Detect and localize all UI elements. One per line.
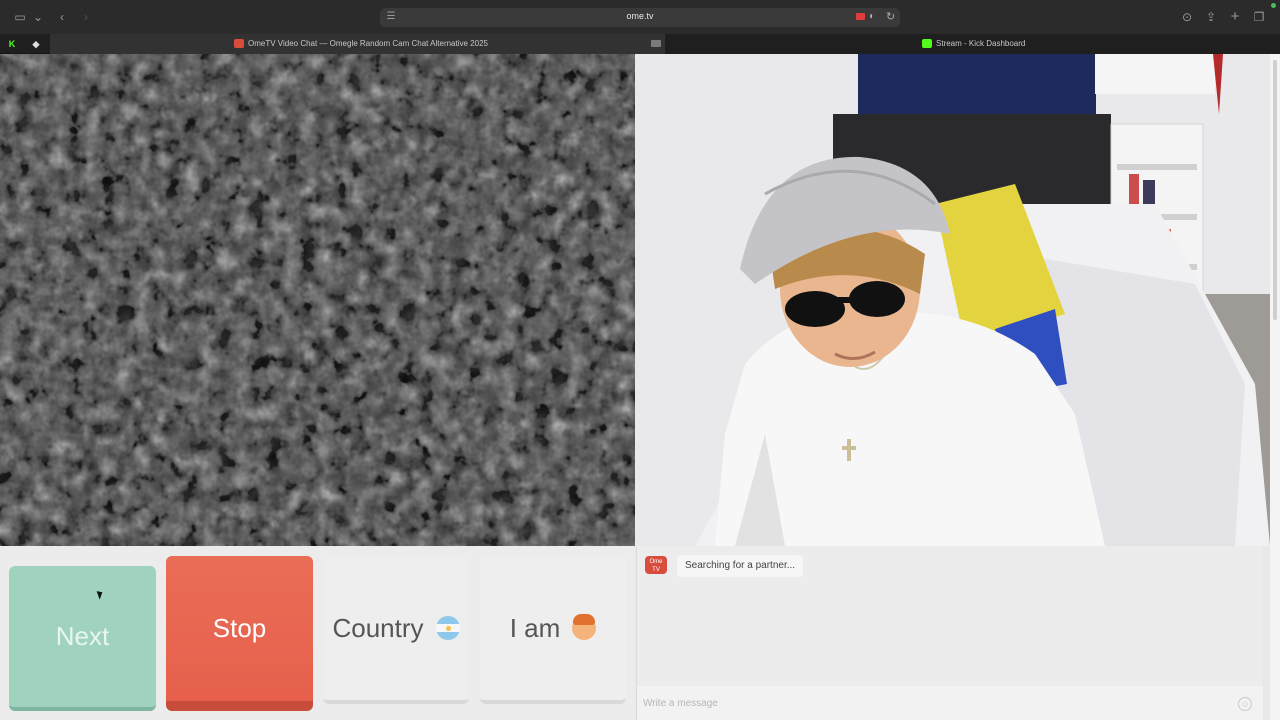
- tab-label: Stream - Kick Dashboard: [936, 39, 1026, 48]
- scrollbar-thumb[interactable]: [1273, 60, 1277, 320]
- tab-camera-icon: [651, 40, 661, 47]
- camera-scene: [635, 54, 1270, 546]
- gender-button[interactable]: I am: [480, 556, 626, 704]
- ometv-logo-icon: Ome TV: [645, 556, 667, 574]
- boy-face-icon: [572, 614, 597, 640]
- tab-kick-dashboard[interactable]: Stream - Kick Dashboard: [665, 34, 1280, 54]
- new-tab-icon[interactable]: +: [1227, 9, 1243, 25]
- page-content: Next Stop Country I am Ome TV Searching …: [0, 54, 1280, 720]
- next-button-label: Next: [55, 621, 110, 651]
- download-icon[interactable]: ⊙: [1179, 9, 1195, 25]
- camera-in-use-icon[interactable]: [856, 13, 865, 20]
- self-camera-video: [635, 54, 1270, 546]
- pinned-tab-2[interactable]: ◆: [29, 37, 43, 51]
- pinned-tab-kick[interactable]: K: [5, 37, 19, 51]
- back-icon[interactable]: ‹: [54, 9, 70, 25]
- tab-bar: K ◆ OmeTV Video Chat — Omegle Random Cam…: [0, 34, 1280, 54]
- country-button-label: Country: [332, 612, 424, 643]
- chevron-down-icon[interactable]: ⌄: [32, 9, 44, 25]
- browser-toolbar: ▭ ⌄ ‹ › ☰ ome.tv ◐ ↻ ⊙ ⇪ + ❐: [0, 0, 1280, 34]
- partner-video: [0, 54, 635, 546]
- address-bar[interactable]: ☰ ome.tv ◐ ↻: [380, 8, 900, 27]
- tab-ometv[interactable]: OmeTV Video Chat — Omegle Random Cam Cha…: [50, 34, 665, 54]
- country-button[interactable]: Country: [323, 556, 469, 704]
- control-panel: Next Stop Country I am: [0, 546, 635, 720]
- share-icon[interactable]: ⇪: [1203, 9, 1219, 25]
- tab-label: OmeTV Video Chat — Omegle Random Cam Cha…: [248, 39, 488, 48]
- message-input[interactable]: [637, 686, 1263, 720]
- status-message: Searching for a partner...: [677, 555, 804, 577]
- stop-button[interactable]: Stop: [166, 556, 313, 711]
- sidebar-toggle-icon[interactable]: ▭: [12, 9, 28, 25]
- kick-favicon-icon: [922, 39, 932, 48]
- status-dot: [1271, 3, 1276, 8]
- tracker-icon[interactable]: ◐: [869, 11, 879, 23]
- emoji-icon[interactable]: ☺: [1238, 697, 1252, 711]
- forward-icon: ›: [84, 10, 88, 24]
- page-scrollbar[interactable]: [1270, 54, 1280, 720]
- reload-icon[interactable]: ↻: [886, 10, 898, 24]
- argentina-flag-icon: [435, 616, 460, 640]
- chat-panel: Ome TV Searching for a partner... ☺: [636, 546, 1263, 720]
- ometv-favicon-icon: [234, 39, 244, 48]
- url-text: ome.tv: [626, 11, 654, 21]
- chat-log: Ome TV Searching for a partner...: [637, 546, 1263, 686]
- stop-button-label: Stop: [212, 613, 267, 643]
- tab-overview-icon[interactable]: ❐: [1251, 9, 1267, 25]
- logo-text-top: Ome: [649, 559, 663, 565]
- logo-text-bottom: TV: [652, 567, 660, 573]
- gender-button-label: I am: [509, 612, 561, 643]
- next-button[interactable]: Next: [9, 566, 156, 711]
- static-noise: [0, 54, 635, 546]
